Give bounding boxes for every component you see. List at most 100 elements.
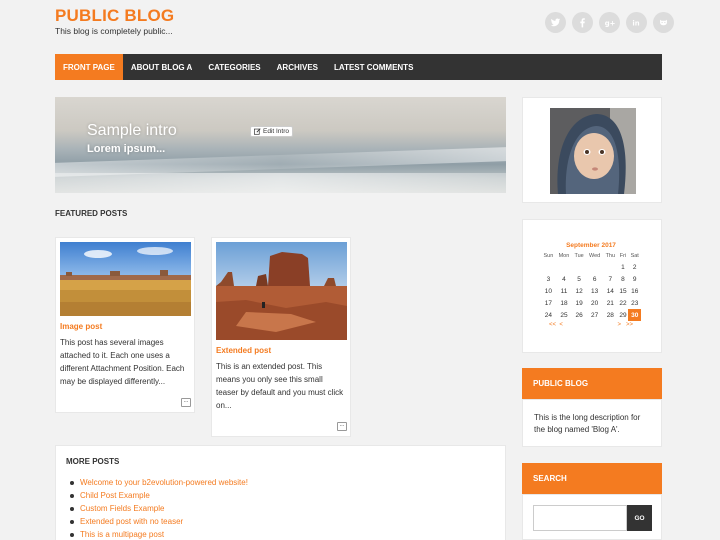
nav-item-front-page[interactable]: FRONT PAGE	[55, 54, 123, 80]
social-links: g+ in	[545, 12, 674, 33]
calendar-weekday: Thu	[605, 253, 616, 259]
avatar-widget	[522, 97, 662, 203]
site-title[interactable]: PUBLIC BLOG	[55, 6, 174, 26]
list-item[interactable]: Welcome to your b2evolution-powered webs…	[70, 478, 248, 491]
featured-posts-heading: FEATURED POSTS	[55, 209, 128, 218]
avatar	[550, 108, 636, 194]
post-title-extended-post[interactable]: Extended post	[216, 346, 271, 355]
calendar-day[interactable]: 5	[572, 273, 586, 285]
read-more-button[interactable]: ...	[337, 422, 347, 431]
calendar-day[interactable]: 17	[541, 297, 556, 309]
list-item[interactable]: Child Post Example	[70, 491, 248, 504]
calendar-weekday: Fri	[619, 253, 627, 259]
calendar-empty-cell	[541, 261, 556, 273]
calendar-day[interactable]: 30	[628, 309, 641, 321]
calendar-week: 3456789	[541, 273, 641, 285]
calendar-week: 12	[541, 261, 641, 273]
calendar-day[interactable]: 23	[628, 297, 641, 309]
more-posts-list: Welcome to your b2evolution-powered webs…	[70, 478, 248, 540]
calendar-day[interactable]: 7	[603, 273, 617, 285]
calendar-next-year[interactable]: >>	[626, 322, 633, 328]
edit-intro-button[interactable]: Edit Intro	[250, 126, 294, 137]
facebook-icon[interactable]	[572, 12, 593, 33]
edit-icon	[254, 128, 261, 135]
calendar: September 2017 Sun Mon Tue Wed Thu Fri S…	[541, 242, 641, 328]
intro-title: Sample intro	[87, 122, 177, 139]
featured-post-card: Extended post This is an extended post. …	[211, 237, 351, 437]
calendar-day[interactable]: 22	[617, 297, 628, 309]
intro-subtitle: Lorem ipsum...	[87, 143, 166, 155]
banner-wave	[55, 173, 506, 193]
calendar-day[interactable]: 18	[556, 297, 572, 309]
calendar-day[interactable]: 29	[617, 309, 628, 321]
nav-item-about-blog-a[interactable]: ABOUT BLOG A	[123, 54, 200, 80]
calendar-week: 24 25 26 27 28 29 30	[541, 309, 641, 321]
calendar-weekday: Wed	[589, 253, 601, 259]
calendar-weekday: Mon	[558, 253, 570, 259]
public-blog-widget-heading: PUBLIC BLOG	[522, 368, 662, 399]
calendar-next-month[interactable]: >	[617, 322, 621, 328]
more-posts-section: MORE POSTS Welcome to your b2evolution-p…	[55, 445, 506, 540]
nav-item-latest-comments[interactable]: LATEST COMMENTS	[326, 54, 421, 80]
image-post-thumbnail[interactable]	[60, 242, 191, 316]
post-excerpt: This post has several images attached to…	[60, 338, 185, 386]
calendar-week: 17 18 19 20 21 22 23	[541, 297, 641, 309]
calendar-day[interactable]: 6	[586, 273, 603, 285]
list-item[interactable]: This is a multipage post	[70, 530, 248, 540]
calendar-empty-cell	[586, 261, 603, 273]
calendar-day[interactable]: 19	[572, 297, 586, 309]
more-posts-heading: MORE POSTS	[66, 457, 120, 466]
intro-banner: Sample intro Lorem ipsum... Edit Intro	[55, 97, 506, 193]
search-widget-heading: SEARCH	[522, 463, 662, 494]
calendar-day[interactable]: 8	[617, 273, 628, 285]
calendar-day[interactable]: 9	[628, 273, 641, 285]
calendar-weekday: Sat	[630, 253, 639, 259]
calendar-nav: << < > >>	[541, 322, 641, 328]
calendar-day[interactable]: 2	[628, 261, 641, 273]
linkedin-icon[interactable]: in	[626, 12, 647, 33]
blog-description: This is the long description for the blo…	[534, 413, 641, 434]
public-blog-widget: This is the long description for the blo…	[522, 399, 662, 447]
googleplus-icon[interactable]: g+	[599, 12, 620, 33]
calendar-day[interactable]: 1	[617, 261, 628, 273]
list-item[interactable]: Extended post with no teaser	[70, 517, 248, 530]
calendar-day[interactable]: 28	[603, 309, 617, 321]
calendar-day[interactable]: 10	[541, 285, 556, 297]
github-icon[interactable]	[653, 12, 674, 33]
calendar-day[interactable]: 13	[586, 285, 603, 297]
calendar-day[interactable]: 3	[541, 273, 556, 285]
calendar-day[interactable]: 15	[617, 285, 628, 297]
calendar-week: 10 11 12 13 14 15 16	[541, 285, 641, 297]
calendar-empty-cell	[572, 261, 586, 273]
calendar-empty-cell	[603, 261, 617, 273]
list-item[interactable]: Custom Fields Example	[70, 504, 248, 517]
calendar-day[interactable]: 25	[556, 309, 572, 321]
calendar-prev-year[interactable]: <<	[549, 322, 556, 328]
calendar-empty-cell	[556, 261, 572, 273]
svg-text:g+: g+	[605, 19, 615, 27]
calendar-next-links: > >>	[617, 322, 633, 328]
search-go-button[interactable]: GO	[627, 505, 652, 531]
calendar-day[interactable]: 12	[572, 285, 586, 297]
read-more-button[interactable]: ...	[181, 398, 191, 407]
search-input[interactable]	[533, 505, 627, 531]
search-widget: GO	[522, 494, 662, 540]
nav-item-categories[interactable]: CATEGORIES	[200, 54, 268, 80]
calendar-day[interactable]: 21	[603, 297, 617, 309]
calendar-day[interactable]: 16	[628, 285, 641, 297]
calendar-day[interactable]: 11	[556, 285, 572, 297]
extended-post-thumbnail[interactable]	[216, 242, 347, 340]
calendar-day[interactable]: 4	[556, 273, 572, 285]
twitter-icon[interactable]	[545, 12, 566, 33]
nav-item-archives[interactable]: ARCHIVES	[269, 54, 326, 80]
edit-intro-label: Edit Intro	[263, 128, 290, 135]
calendar-day[interactable]: 24	[541, 309, 556, 321]
calendar-day[interactable]: 26	[572, 309, 586, 321]
calendar-day[interactable]: 14	[603, 285, 617, 297]
calendar-prev-month[interactable]: <	[559, 322, 563, 328]
post-title-image-post[interactable]: Image post	[60, 322, 102, 331]
calendar-weekday: Sun	[543, 253, 554, 259]
calendar-weekday: Tue	[574, 253, 584, 259]
calendar-day[interactable]: 20	[586, 297, 603, 309]
calendar-day[interactable]: 27	[586, 309, 603, 321]
